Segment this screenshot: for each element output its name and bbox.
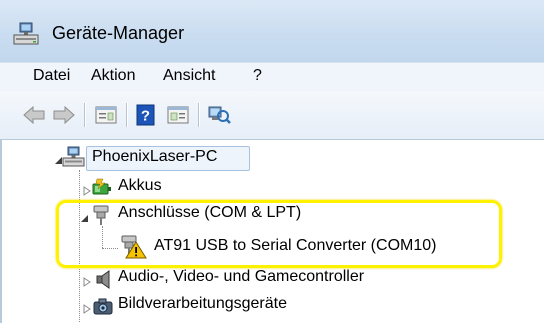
forward-arrow-icon[interactable] bbox=[52, 104, 76, 126]
window-title: Geräte-Manager bbox=[52, 23, 185, 43]
toolbar: ? bbox=[0, 91, 544, 140]
selected-root-box[interactable]: PhoenixLaser-PC bbox=[86, 146, 250, 171]
title-bar[interactable]: Geräte-Manager bbox=[0, 0, 544, 62]
properties-icon[interactable] bbox=[94, 104, 118, 126]
expand-triangle-icon[interactable] bbox=[82, 301, 92, 314]
tree-item-akkus[interactable]: Akkus bbox=[2, 176, 302, 200]
scan-hardware-icon[interactable] bbox=[206, 104, 232, 126]
highlight-annotation bbox=[56, 200, 502, 268]
tree-item-audio-video[interactable]: Audio-, Video- und Gamecontroller bbox=[2, 267, 502, 291]
camera-icon bbox=[92, 295, 116, 322]
device-manager-icon bbox=[12, 22, 42, 46]
toolbar-separator bbox=[84, 103, 85, 127]
update-driver-icon[interactable] bbox=[166, 104, 190, 126]
toolbar-separator bbox=[198, 103, 199, 127]
tree-item-label: Akkus bbox=[118, 177, 162, 194]
device-manager-window: Geräte-Manager Datei Aktion Ansicht ? ? … bbox=[0, 0, 544, 323]
menu-bar: Datei Aktion Ansicht ? bbox=[0, 62, 544, 92]
tree-item-label: Bildverarbeitungsgeräte bbox=[118, 295, 287, 312]
menu-aktion[interactable]: Aktion bbox=[91, 67, 135, 85]
device-tree: PhoenixLaser-PC Akkus Anschlüsse (COM & … bbox=[0, 140, 544, 323]
tree-item-label: Audio-, Video- und Gamecontroller bbox=[118, 268, 365, 285]
menu-help[interactable]: ? bbox=[253, 67, 262, 85]
svg-text:?: ? bbox=[141, 108, 150, 125]
toolbar-separator bbox=[126, 103, 127, 127]
tree-item-bildverarbeitung[interactable]: Bildverarbeitungsgeräte bbox=[2, 294, 502, 318]
back-arrow-icon[interactable] bbox=[22, 104, 46, 126]
computer-icon bbox=[62, 146, 86, 173]
menu-ansicht[interactable]: Ansicht bbox=[163, 67, 215, 85]
expand-triangle-icon[interactable] bbox=[82, 274, 92, 287]
tree-root-label: PhoenixLaser-PC bbox=[92, 148, 218, 165]
menu-datei[interactable]: Datei bbox=[33, 67, 70, 85]
speaker-icon bbox=[94, 268, 116, 295]
help-icon[interactable]: ? bbox=[134, 104, 158, 126]
